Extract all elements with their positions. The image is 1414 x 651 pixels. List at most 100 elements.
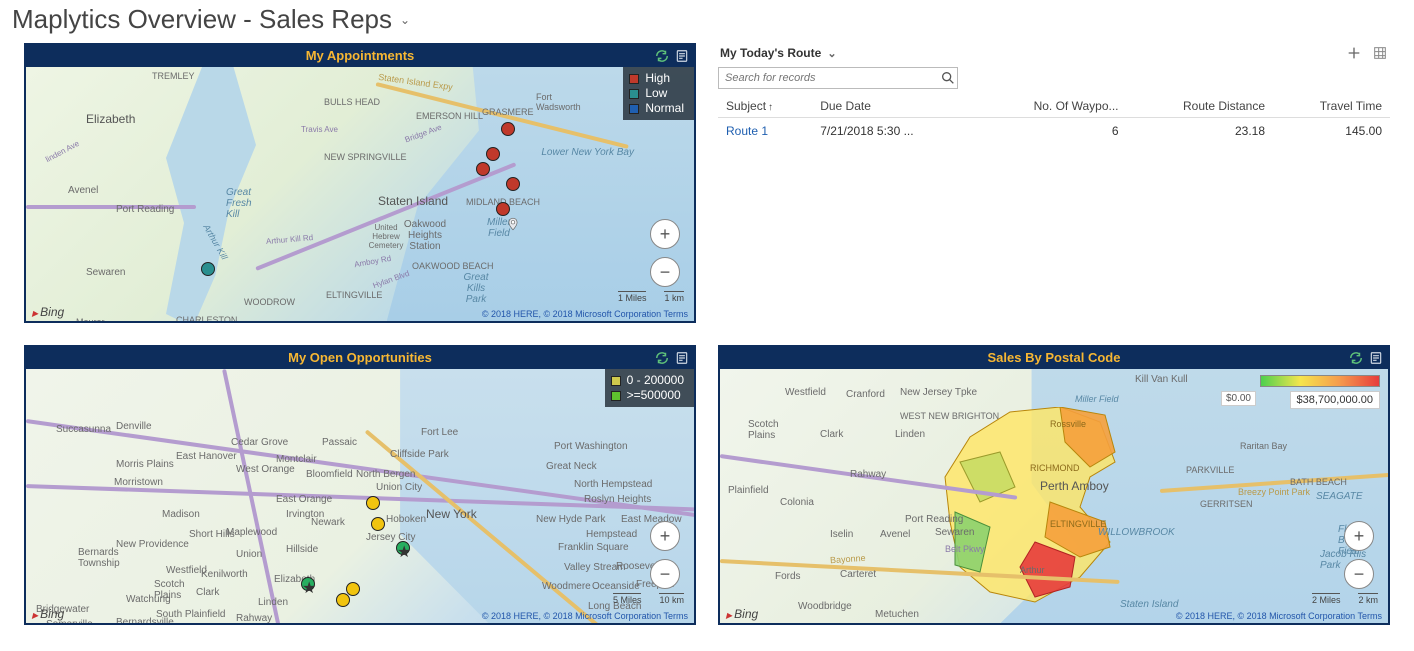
map-label: Travis Ave [301,125,338,134]
opportunity-pin[interactable] [371,517,385,531]
map-label: Kenilworth [201,569,248,580]
map-label: Metuchen [875,609,919,620]
bing-logo: Bing [32,607,64,621]
legend-item: High [645,71,670,86]
bing-logo: Bing [726,607,758,621]
appointment-pin[interactable] [201,262,215,276]
search-icon[interactable] [940,70,956,86]
map-label: TREMLEY [152,71,195,81]
col-subject[interactable]: Subject↑ [718,95,812,118]
map-label: Plainfield [728,485,769,496]
heat-low: $0.00 [1221,391,1256,406]
appointment-pin[interactable] [501,122,515,136]
opportunities-legend: 0 - 200000 >=500000 [605,369,694,407]
heat-total: $38,700,000.00 [1290,391,1380,409]
scale-bar: 5 Miles 10 km [613,593,684,605]
map-label: Fords [775,571,801,582]
search-input[interactable] [718,67,958,89]
sales-title: Sales By Postal Code [988,350,1121,365]
col-distance[interactable]: Route Distance [1127,95,1274,118]
cell: 23.18 [1127,118,1274,145]
sort-asc-icon: ↑ [768,102,773,113]
map-label: Morris Plains [116,459,174,470]
route-title[interactable]: My Today's Route ⌄ [720,46,837,60]
sales-header: Sales By Postal Code [720,347,1388,369]
map-label: Madison [162,509,200,520]
map-label: Passaic [322,437,357,448]
zoom-in-button[interactable]: + [650,219,680,249]
list-icon[interactable] [1368,350,1384,366]
appointment-marker[interactable] [506,215,520,233]
map-label: East Hanover [176,451,237,462]
map-label: Amboy Rd [354,254,392,269]
col-waypoints[interactable]: No. Of Waypo... [976,95,1127,118]
map-label: Iselin [830,529,853,540]
map-label: WOODROW [244,297,295,307]
refresh-icon[interactable] [654,350,670,366]
map-label: South Plainfield [156,609,226,620]
map-label: Clark [196,587,219,598]
table-row[interactable]: Route 1 7/21/2018 5:30 ... 6 23.18 145.0… [718,118,1390,145]
map-label: Bloomfield [306,469,353,480]
map-label: Hillside [286,544,318,555]
refresh-icon[interactable] [1348,350,1364,366]
map-label: linden Ave [44,139,81,164]
cell: 6 [976,118,1127,145]
zoom-in-button[interactable]: + [1344,521,1374,551]
bing-logo: Bing [32,305,64,319]
list-icon[interactable] [674,48,690,64]
zoom-out-button[interactable]: − [1344,559,1374,589]
opportunity-pin[interactable] [366,496,380,510]
appointments-header: My Appointments [26,45,694,67]
opportunity-pin[interactable] [336,593,350,607]
page-title-dropdown[interactable]: ⌄ [400,13,410,27]
appointments-legend: High Low Normal [623,67,694,120]
appointments-card: My Appointments Elizabeth Port Reading S… [24,43,696,323]
route-link[interactable]: Route 1 [718,118,812,145]
zoom-in-button[interactable]: + [650,521,680,551]
map-credit[interactable]: © 2018 HERE, © 2018 Microsoft Corporatio… [482,611,688,621]
map-label: Short Hills [189,529,235,540]
opportunity-pin[interactable]: ★ [301,577,315,591]
col-travel[interactable]: Travel Time [1273,95,1390,118]
map-label: New Providence [116,539,189,550]
page-title: Maplytics Overview - Sales Reps [12,4,392,35]
refresh-icon[interactable] [654,48,670,64]
legend-item: Normal [645,101,684,116]
heat-overlay [940,407,1160,617]
appointment-pin[interactable] [486,147,500,161]
appointments-title: My Appointments [306,48,415,63]
map-label: Denville [116,421,152,432]
map-credit[interactable]: © 2018 HERE, © 2018 Microsoft Corporatio… [1176,611,1382,621]
cell: 145.00 [1273,118,1390,145]
map-label: Bridge Ave [404,123,443,145]
appointment-pin[interactable] [496,202,510,216]
opportunities-map[interactable]: New York Jersey City Newark Elizabeth Un… [26,369,694,623]
appointments-map[interactable]: Elizabeth Port Reading Sewaren Avenel St… [26,67,694,321]
map-label: Westfield [166,565,207,576]
map-label: Westfield [785,387,826,398]
map-label: Colonia [780,497,814,508]
list-icon[interactable] [674,350,690,366]
col-due[interactable]: Due Date [812,95,976,118]
map-label: Irvington [286,509,324,520]
map-label: New Jersey Tpke [900,387,977,398]
map-label: Newark [311,517,345,528]
zoom-out-button[interactable]: − [650,559,680,589]
scale-bar: 1 Miles 1 km [618,291,684,303]
opportunity-pin[interactable] [346,582,360,596]
grid-icon[interactable] [1372,45,1388,61]
legend-item: Low [645,86,667,101]
opportunity-pin[interactable]: ★ [396,541,410,555]
map-label: Union [236,549,262,560]
sales-map[interactable]: Westfield Cranford Clark Linden Rahway S… [720,369,1388,623]
legend-item: 0 - 200000 [627,373,684,388]
appointment-pin[interactable] [476,162,490,176]
map-label: Linden [895,429,925,440]
map-label: Maplewood [226,527,277,538]
appointment-pin[interactable] [506,177,520,191]
zoom-out-button[interactable]: − [650,257,680,287]
map-credit[interactable]: © 2018 HERE, © 2018 Microsoft Corporatio… [482,309,688,319]
add-icon[interactable] [1346,45,1362,61]
scale-bar: 2 Miles 2 km [1312,593,1378,605]
